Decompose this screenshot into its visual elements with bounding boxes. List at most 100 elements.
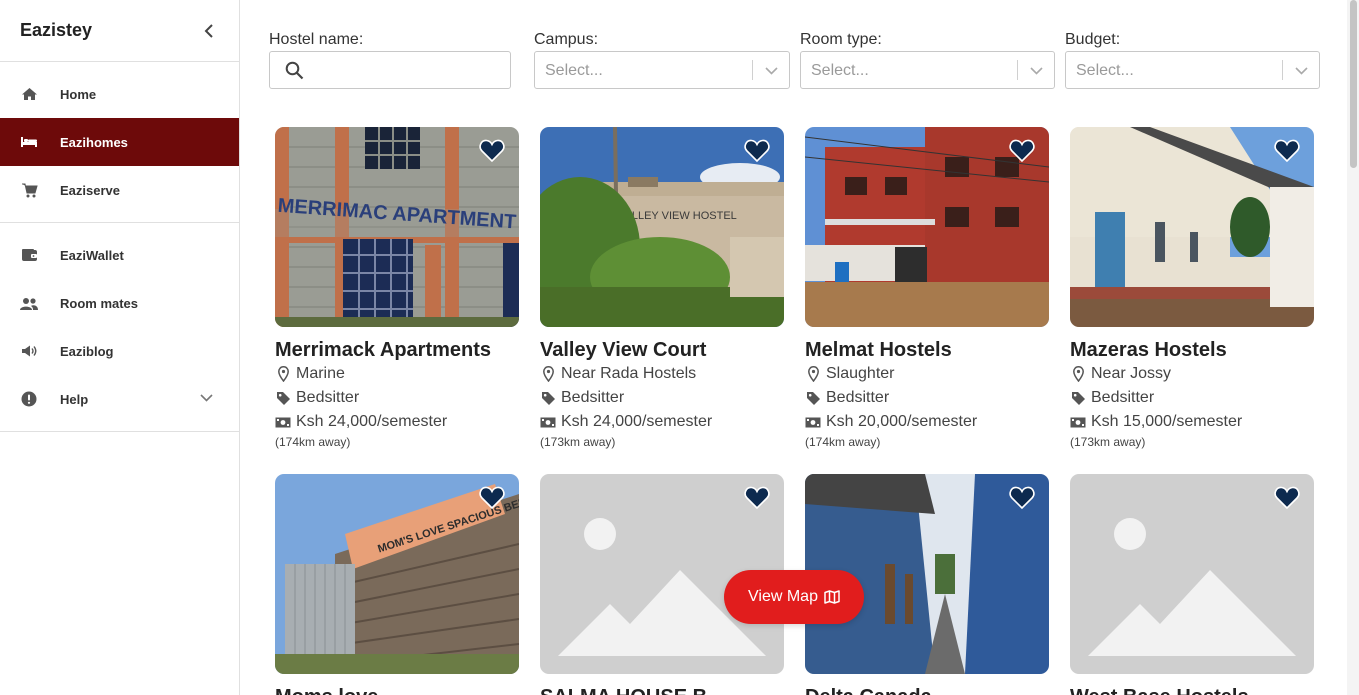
chevron-down-icon xyxy=(199,391,213,405)
home-icon xyxy=(20,85,38,103)
heart-icon[interactable] xyxy=(744,139,770,163)
room-type-placeholder: Select... xyxy=(811,62,869,79)
tag-icon xyxy=(805,390,821,406)
sidebar-item-room-mates[interactable]: Room mates xyxy=(0,279,239,327)
listing-price: Ksh 20,000/semester xyxy=(805,410,1049,434)
sidebar-item-label: EaziWallet xyxy=(60,247,124,263)
room-type-text: Bedsitter xyxy=(296,389,360,406)
sidebar-item-home[interactable]: Home xyxy=(0,70,239,118)
listing-name[interactable]: Merrimack Apartments xyxy=(275,338,519,362)
listing-photo[interactable]: MERRIMAC APARTMENT xyxy=(275,127,519,327)
listing-distance: (173km away) xyxy=(540,435,616,449)
money-icon xyxy=(540,414,556,430)
chevron-down-icon[interactable] xyxy=(1293,63,1309,79)
heart-icon[interactable] xyxy=(744,486,770,510)
listing-location: Slaughter xyxy=(805,362,1049,386)
listing-card[interactable]: Melmat Hostels Slaughter Bedsitter Ksh 2… xyxy=(805,127,1049,450)
nav-group-main: Home Eazihomes Eaziserve xyxy=(0,62,239,223)
listing-name[interactable]: Melmat Hostels xyxy=(805,338,1049,362)
listing-location: Near Rada Hostels xyxy=(540,362,784,386)
bed-icon xyxy=(20,133,38,151)
sidebar: Eazistey Home Eazihomes Eaziserve EaziWa… xyxy=(0,0,240,695)
sidebar-item-eaziserve[interactable]: Eaziserve xyxy=(0,166,239,214)
hostel-name-filter: Hostel name: xyxy=(269,30,511,92)
chevron-down-icon[interactable] xyxy=(1028,63,1044,79)
select-separator xyxy=(1282,60,1283,80)
scrollbar-thumb[interactable] xyxy=(1350,0,1357,168)
listing-name[interactable]: Delta Canada xyxy=(805,685,1049,695)
sidebar-item-label: Eaziserve xyxy=(60,182,120,198)
sidebar-item-help[interactable]: Help xyxy=(0,375,239,423)
room-type-select[interactable]: Select... xyxy=(800,51,1055,89)
location-text: Slaughter xyxy=(826,365,895,382)
money-icon xyxy=(275,414,291,430)
listing-name[interactable]: Mazeras Hostels xyxy=(1070,338,1314,362)
listing-card[interactable]: VALLEY VIEW HOSTEL Valley View Court Nea… xyxy=(540,127,784,450)
price-text: Ksh 15,000/semester xyxy=(1091,413,1243,430)
listing-room-type: Bedsitter xyxy=(1070,386,1314,410)
tag-icon xyxy=(275,390,291,406)
hostel-name-search-input[interactable] xyxy=(269,51,511,89)
listing-photo[interactable]: MOM'S LOVE SPACIOUS BEDSITTER xyxy=(275,474,519,674)
room-type-label: Room type: xyxy=(800,31,882,48)
app-title: Eazistey xyxy=(20,20,93,40)
price-text: Ksh 24,000/semester xyxy=(296,413,448,430)
heart-icon[interactable] xyxy=(1274,139,1300,163)
heart-icon[interactable] xyxy=(479,139,505,163)
listing-name[interactable]: West Base Hostels xyxy=(1070,685,1314,695)
budget-filter: Budget: Select... xyxy=(1065,30,1320,92)
listing-room-type: Bedsitter xyxy=(805,386,1049,410)
sidebar-item-eaziblog[interactable]: Eaziblog xyxy=(0,327,239,375)
listing-card[interactable]: Mazeras Hostels Near Jossy Bedsitter Ksh… xyxy=(1070,127,1314,450)
sidebar-item-eazihomes[interactable]: Eazihomes xyxy=(0,118,239,166)
campus-select[interactable]: Select... xyxy=(534,51,790,89)
listing-price: Ksh 24,000/semester xyxy=(275,410,519,434)
select-separator xyxy=(1017,60,1018,80)
sidebar-item-label: Eazihomes xyxy=(60,134,128,150)
listing-price: Ksh 24,000/semester xyxy=(540,410,784,434)
listing-card[interactable]: West Base Hostels xyxy=(1070,474,1314,695)
select-separator xyxy=(752,60,753,80)
heart-icon[interactable] xyxy=(1274,486,1300,510)
listing-photo[interactable] xyxy=(1070,474,1314,674)
sidebar-item-label: Help xyxy=(60,391,89,407)
listing-photo[interactable]: VALLEY VIEW HOSTEL xyxy=(540,127,784,327)
listing-photo[interactable] xyxy=(1070,127,1314,327)
listing-card[interactable]: MOM'S LOVE SPACIOUS BEDSITTER Moms love xyxy=(275,474,519,695)
vertical-scrollbar[interactable] xyxy=(1347,0,1359,695)
svg-text:VALLEY VIEW HOSTEL: VALLEY VIEW HOSTEL xyxy=(618,210,737,222)
listing-name[interactable]: SALMA HOUSE B xyxy=(540,685,784,695)
campus-filter: Campus: Select... xyxy=(534,30,790,92)
map-icon xyxy=(824,590,840,604)
heart-icon[interactable] xyxy=(1009,486,1035,510)
listing-room-type: Bedsitter xyxy=(540,386,784,410)
tag-icon xyxy=(1070,390,1086,406)
cart-icon xyxy=(20,181,38,199)
listing-distance: (174km away) xyxy=(805,435,881,449)
listing-price: Ksh 15,000/semester xyxy=(1070,410,1314,434)
nav-group-secondary: EaziWallet Room mates Eaziblog Help xyxy=(0,223,239,432)
price-text: Ksh 24,000/semester xyxy=(561,413,713,430)
megaphone-icon xyxy=(20,342,38,360)
room-type-text: Bedsitter xyxy=(826,389,890,406)
heart-icon[interactable] xyxy=(1009,139,1035,163)
chevron-down-icon[interactable] xyxy=(763,63,779,79)
listing-photo[interactable] xyxy=(805,127,1049,327)
budget-select[interactable]: Select... xyxy=(1065,51,1320,89)
heart-icon[interactable] xyxy=(479,486,505,510)
sidebar-item-eaziwallet[interactable]: EaziWallet xyxy=(0,231,239,279)
listing-name[interactable]: Valley View Court xyxy=(540,338,784,362)
tag-icon xyxy=(540,390,556,406)
listing-card[interactable]: MERRIMAC APARTMENT Merrimack Apartments … xyxy=(275,127,519,450)
sidebar-item-label: Home xyxy=(60,86,97,102)
collapse-sidebar-button[interactable] xyxy=(201,23,217,39)
money-icon xyxy=(805,414,821,430)
view-map-button[interactable]: View Map xyxy=(724,570,864,624)
location-text: Near Jossy xyxy=(1091,365,1172,382)
map-pin-icon xyxy=(1070,366,1086,382)
sidebar-item-label: Room mates xyxy=(60,295,139,311)
money-icon xyxy=(1070,414,1086,430)
listing-location: Marine xyxy=(275,362,519,386)
listing-name[interactable]: Moms love xyxy=(275,685,519,695)
map-pin-icon xyxy=(805,366,821,382)
